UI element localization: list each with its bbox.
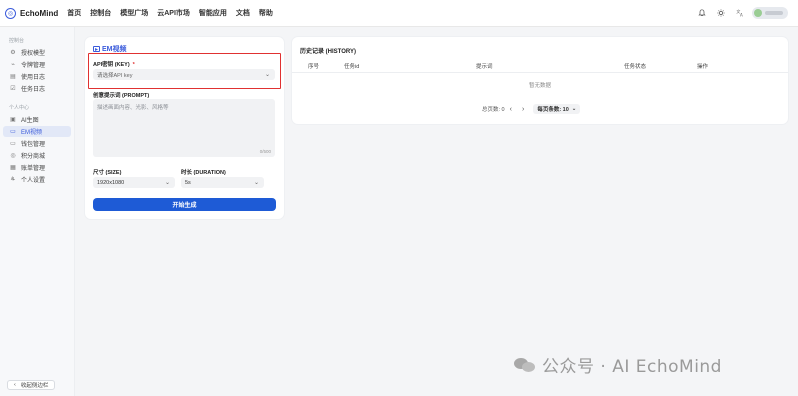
bill-icon: ▦ <box>10 165 16 171</box>
top-actions: 文A <box>690 6 788 20</box>
sidebar-item-label: 使用日志 <box>21 75 46 81</box>
history-table-header: 序号 任务id 提示词 任务状态 操作 <box>292 60 788 72</box>
total-pages: 总页数: 0 <box>482 107 505 113</box>
nav-smart-apps[interactable]: 智能应用 <box>199 8 227 18</box>
sidebar-item-label: 积分商城 <box>21 154 46 160</box>
logo-icon: ◎ <box>5 7 16 19</box>
video-icon: ▭ <box>10 129 16 135</box>
chevron-left-icon: ‹ <box>14 382 16 388</box>
api-key-label-text: API密钥 (KEY) <box>93 62 130 68</box>
image-icon: ▣ <box>10 117 16 123</box>
collapse-label: 收起侧边栏 <box>20 383 49 389</box>
prompt-textarea[interactable]: 描述画面内容、光影、风格等 0/500 <box>93 99 275 157</box>
svg-text:A: A <box>740 13 743 17</box>
chevron-down-icon: ⌄ <box>264 72 270 78</box>
wechat-icon <box>514 356 536 374</box>
api-key-select[interactable]: 请选择API key ⌄ <box>93 69 275 80</box>
sidebar-item-label: 任务日志 <box>21 87 46 93</box>
api-key-placeholder: 请选择API key <box>97 72 133 79</box>
prompt-placeholder: 描述画面内容、光影、风格等 <box>97 105 169 111</box>
size-value: 1920x1080 <box>97 179 125 186</box>
generate-button[interactable]: 开始生成 <box>93 198 276 211</box>
prompt-counter: 0/500 <box>259 149 271 154</box>
sidebar-item-task-logs[interactable]: ☑ 任务日志 <box>3 83 71 94</box>
required-mark: * <box>132 62 135 68</box>
sidebar-item-label: 钱包管理 <box>21 142 46 148</box>
sun-icon[interactable] <box>714 6 728 20</box>
sidebar-item-points-mall[interactable]: ◎ 积分商城 <box>3 150 71 161</box>
sidebar-item-usage-logs[interactable]: ▤ 使用日志 <box>3 71 71 82</box>
pagination: 总页数: 0 ‹ › 每页条数: 10 ⌄ <box>482 104 581 114</box>
nav-home[interactable]: 首页 <box>67 8 81 18</box>
translate-icon[interactable]: 文A <box>733 6 747 20</box>
brand-logo[interactable]: ◎ EchoMind <box>5 7 59 19</box>
chevron-down-icon: ⌄ <box>253 180 259 186</box>
sidebar-item-billing[interactable]: ▦ 账单管理 <box>3 162 71 173</box>
prev-page-button[interactable]: ‹ <box>510 106 512 113</box>
user-menu[interactable] <box>752 7 788 19</box>
api-key-label: API密钥 (KEY) * <box>93 60 135 68</box>
form-title-text: EM视频 <box>102 46 127 53</box>
collapse-sidebar-button[interactable]: ‹ 收起侧边栏 <box>7 380 56 390</box>
wallet-icon: ▭ <box>10 141 16 147</box>
page-size-select[interactable]: 每页条数: 10 ⌄ <box>533 104 581 114</box>
divider <box>292 72 788 73</box>
username-redacted <box>765 11 783 15</box>
sidebar-item-label: 授权模型 <box>21 51 46 57</box>
bell-icon[interactable] <box>695 6 709 20</box>
main-nav: 首页 控制台 模型广场 云API市场 智能应用 文档 帮助 <box>67 8 282 18</box>
next-page-button[interactable]: › <box>522 106 524 113</box>
sidebar-item-token-management[interactable]: ⌁ 令牌管理 <box>3 59 71 70</box>
sidebar-item-authorized-models[interactable]: ⚙ 授权模型 <box>3 47 71 58</box>
col-task-status: 任务状态 <box>624 64 647 70</box>
col-index: 序号 <box>308 64 320 70</box>
sidebar-item-label: AI生图 <box>21 118 39 124</box>
sidebar-item-personal-settings[interactable]: ዹ 个人设置 <box>3 174 71 185</box>
watermark: 公众号 · AI EchoMind <box>514 352 722 377</box>
col-actions: 操作 <box>697 64 709 70</box>
avatar <box>754 9 762 17</box>
duration-select[interactable]: 5s ⌄ <box>181 177 264 188</box>
prompt-label: 创意提示词 (PROMPT) <box>93 93 150 99</box>
sidebar-item-label: EM视频 <box>21 130 43 136</box>
duration-value: 5s <box>185 179 191 186</box>
chevron-down-icon: ⌄ <box>164 180 170 186</box>
nav-docs[interactable]: 文档 <box>236 8 250 18</box>
sidebar-item-label: 令牌管理 <box>21 63 46 69</box>
col-prompt: 提示词 <box>476 64 493 70</box>
duration-label: 时长 (DURATION) <box>181 170 226 176</box>
chart-icon: ▤ <box>10 74 16 80</box>
chevron-down-icon: ⌄ <box>571 106 577 112</box>
sidebar-section-console: 控制台 <box>9 38 25 44</box>
top-bar: ◎ EchoMind 首页 控制台 模型广场 云API市场 智能应用 文档 帮助… <box>0 0 798 27</box>
brand-name: EchoMind <box>20 8 59 18</box>
token-icon: ⌁ <box>11 62 15 68</box>
form-title: ▸ EM视频 <box>93 44 127 54</box>
video-icon: ▸ <box>93 46 100 53</box>
sidebar: 控制台 ⚙ 授权模型 ⌁ 令牌管理 ▤ 使用日志 ☑ 任务日志 个人中心 ▣ A… <box>0 27 75 396</box>
sidebar-item-em-video[interactable]: ▭ EM视频 <box>3 126 71 137</box>
size-select[interactable]: 1920x1080 ⌄ <box>93 177 175 188</box>
watermark-text: 公众号 · AI EchoMind <box>542 357 722 377</box>
empty-state: 暂无数据 <box>528 83 551 89</box>
nav-model-plaza[interactable]: 模型广场 <box>120 8 148 18</box>
sidebar-item-label: 个人设置 <box>21 178 46 184</box>
nav-help[interactable]: 帮助 <box>259 8 273 18</box>
sidebar-item-label: 账单管理 <box>21 166 46 172</box>
user-icon: ዹ <box>10 176 16 182</box>
sidebar-item-wallet[interactable]: ▭ 钱包管理 <box>3 138 71 149</box>
size-label: 尺寸 (SIZE) <box>93 170 122 176</box>
history-card: 历史记录 (HISTORY) 序号 任务id 提示词 任务状态 操作 暂无数据 … <box>292 37 788 124</box>
history-title: 历史记录 (HISTORY) <box>300 49 357 55</box>
col-task-id: 任务id <box>344 64 360 70</box>
task-icon: ☑ <box>10 86 16 92</box>
gift-icon: ◎ <box>10 153 16 159</box>
key-icon: ⚙ <box>10 50 16 56</box>
nav-cloud-api-market[interactable]: 云API市场 <box>157 8 190 18</box>
page-size-label: 每页条数: 10 <box>537 107 569 113</box>
sidebar-section-personal: 个人中心 <box>9 105 30 111</box>
sidebar-item-ai-image[interactable]: ▣ AI生图 <box>3 114 71 125</box>
nav-console[interactable]: 控制台 <box>90 8 111 18</box>
